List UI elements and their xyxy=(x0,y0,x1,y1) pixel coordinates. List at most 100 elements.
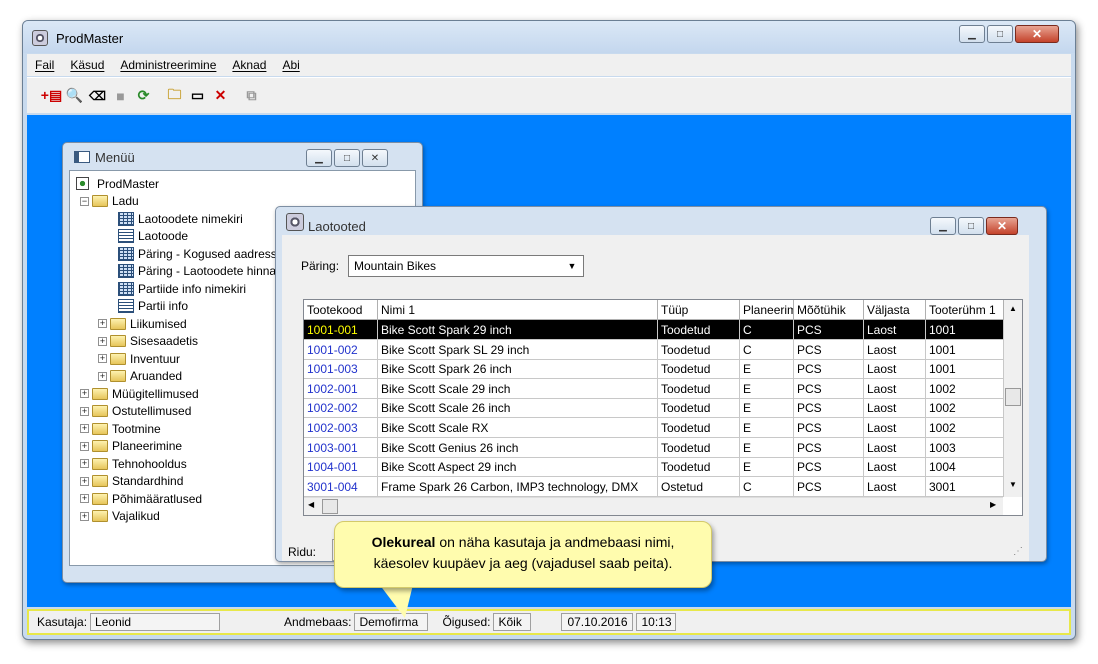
table-icon xyxy=(118,246,134,261)
table-row[interactable]: 1004-001 Bike Scott Aspect 29 inch Toodetu… xyxy=(304,457,1004,478)
menu-fail[interactable]: Fail xyxy=(35,58,54,72)
column-header[interactable]: Planeerim xyxy=(740,300,794,320)
scroll-left-icon[interactable]: ◀ xyxy=(308,500,314,509)
binoculars-icon[interactable]: 🔍 xyxy=(64,85,85,106)
column-header[interactable]: Väljasta xyxy=(864,300,926,320)
table-cell: 1002 xyxy=(926,398,1004,419)
table-row[interactable]: 1001-002 Bike Scott Spark SL 29 inch Toode… xyxy=(304,339,1004,360)
vertical-scrollbar[interactable]: ▲ ▼ xyxy=(1003,300,1022,497)
new-window-icon[interactable]: ▭ xyxy=(187,85,208,106)
scroll-down-icon[interactable]: ▼ xyxy=(1009,480,1017,489)
close-button[interactable]: ✕ xyxy=(1015,25,1059,43)
refresh-icon[interactable]: ⟳ xyxy=(133,85,154,106)
table-cell: 1001 xyxy=(926,339,1004,360)
products-maximize-button[interactable]: □ xyxy=(958,217,984,235)
expand-icon[interactable]: + xyxy=(98,371,107,381)
tree-item[interactable]: + Planeerimine xyxy=(80,438,182,455)
expand-icon[interactable]: + xyxy=(80,406,89,416)
column-header[interactable]: Nimi 1 xyxy=(378,300,658,320)
expand-icon[interactable]: + xyxy=(98,336,107,346)
products-close-button[interactable]: ✕ xyxy=(986,217,1018,235)
tree-item[interactable]: + Liikumised xyxy=(98,315,187,332)
main-title-bar[interactable]: ProdMaster ▁ □ ✕ xyxy=(23,21,1075,53)
tree-item[interactable]: + Põhimääratlused xyxy=(80,490,202,507)
tree-item[interactable]: + Standardhind xyxy=(80,473,183,490)
menu-kasud[interactable]: Käsud xyxy=(70,58,104,72)
horizontal-scrollbar[interactable]: ◀ ▶ xyxy=(304,497,1003,515)
tree-item[interactable]: + Inventuur xyxy=(98,350,180,367)
table-row[interactable]: 1003-001 Bike Scott Genius 26 inch Toodetu… xyxy=(304,437,1004,458)
collapse-icon[interactable]: − xyxy=(80,196,89,206)
menu-maximize-button[interactable]: □ xyxy=(334,149,360,167)
table-row[interactable]: 1002-002 Bike Scott Scale 26 inch Toodetud… xyxy=(304,398,1004,419)
tree-item[interactable]: + Ostutellimused xyxy=(80,403,191,420)
status-time: 10:13 xyxy=(636,613,677,631)
tree-item[interactable]: + Tootmine xyxy=(80,420,161,437)
menu-aknad[interactable]: Aknad xyxy=(232,58,266,72)
app-icon[interactable] xyxy=(32,30,48,46)
column-header[interactable]: Tüüp xyxy=(658,300,740,320)
copy-icon[interactable]: ⧉ xyxy=(241,85,262,106)
table-row[interactable]: 3001-004 Frame Spark 26 Carbon, IMP3 tech… xyxy=(304,476,1004,497)
scroll-up-icon[interactable]: ▲ xyxy=(1009,304,1017,313)
query-select[interactable]: Mountain Bikes ▼ xyxy=(348,255,584,277)
table-cell: 1001-001 xyxy=(304,320,378,340)
scroll-thumb[interactable] xyxy=(1005,388,1021,406)
tree-item[interactable]: Partiide info nimekiri xyxy=(118,280,246,297)
tree-item-label: Laotoodete nimekiri xyxy=(138,211,243,226)
table-row[interactable]: 1002-001 Bike Scott Scale 29 inch Toodetud… xyxy=(304,378,1004,399)
column-header[interactable]: Tooterühm 1 xyxy=(926,300,1004,320)
table-row[interactable]: 1001-001 Bike Scott Spark 29 inch Toodetud… xyxy=(304,320,1004,340)
tree-item[interactable]: + Tehnohooldus xyxy=(80,455,187,472)
expand-icon[interactable]: + xyxy=(80,511,89,521)
maximize-button[interactable]: □ xyxy=(987,25,1013,43)
expand-icon[interactable]: + xyxy=(80,424,89,433)
menu-abi[interactable]: Abi xyxy=(282,58,299,72)
tree-item[interactable]: + Müügitellimused xyxy=(80,385,199,402)
tree-item-label: ProdMaster xyxy=(97,176,160,191)
menu-minimize-button[interactable]: ▁ xyxy=(306,149,332,167)
tree-item[interactable]: + Aruanded xyxy=(98,368,182,385)
tree-item[interactable]: Laotoodete nimekiri xyxy=(118,210,243,227)
expand-icon[interactable]: + xyxy=(80,494,89,503)
menu-close-button[interactable]: ✕ xyxy=(362,149,388,167)
folder-icon xyxy=(92,440,108,452)
stop-icon[interactable]: ■ xyxy=(110,85,131,106)
menu-window-title-bar[interactable]: Menüü ▁ □ ✕ xyxy=(63,143,422,169)
expand-icon[interactable]: + xyxy=(98,319,107,328)
open-folder-icon[interactable]: 🗀 xyxy=(164,85,185,106)
products-minimize-button[interactable]: ▁ xyxy=(930,217,956,235)
column-header[interactable]: Mõõtühik xyxy=(794,300,864,320)
tree-item[interactable]: + Sisesaadetis xyxy=(98,333,198,350)
table-cell: Toodetud xyxy=(658,359,740,380)
tree-item[interactable]: Partii info xyxy=(118,298,188,315)
minimize-icon: ▁ xyxy=(315,152,323,164)
chevron-down-icon[interactable]: ▼ xyxy=(564,258,580,274)
add-record-icon[interactable]: +▤ xyxy=(41,85,62,106)
tree-item[interactable]: Päring - Laotoodete hinna xyxy=(118,263,276,280)
menu-administreerimine[interactable]: Administreerimine xyxy=(120,58,216,72)
expand-icon[interactable]: + xyxy=(80,441,89,451)
table-row[interactable]: 1002-003 Bike Scott Scale RX Toodetud E PCS L… xyxy=(304,418,1004,438)
resize-grip-icon[interactable]: ⋰ xyxy=(1013,546,1023,557)
tree-item-label: Liikumised xyxy=(130,316,187,331)
expand-icon[interactable]: + xyxy=(80,389,89,398)
tree-item[interactable]: Päring - Kogused aadressi xyxy=(118,245,279,262)
delete-icon[interactable]: ✕ xyxy=(210,85,231,106)
tree-item[interactable]: − Ladu xyxy=(80,193,139,210)
minimize-button[interactable]: ▁ xyxy=(959,25,985,43)
table-row[interactable]: 1001-003 Bike Scott Spark 26 inch Toodetud… xyxy=(304,359,1004,380)
tree-item-label: Aruanded xyxy=(130,369,183,383)
expand-icon[interactable]: + xyxy=(80,459,89,468)
scroll-right-icon[interactable]: ▶ xyxy=(990,500,996,509)
expand-icon[interactable]: + xyxy=(98,354,107,363)
expand-icon[interactable]: + xyxy=(80,476,89,486)
eraser-icon[interactable]: ⌫ xyxy=(87,85,108,106)
table-cell: Laost xyxy=(864,457,926,478)
hscroll-thumb[interactable] xyxy=(322,499,338,514)
tree-item[interactable]: ProdMaster xyxy=(76,175,159,192)
column-header[interactable]: Tootekood xyxy=(304,300,378,320)
tree-item-label: Tehnohooldus xyxy=(112,456,187,471)
tree-item[interactable]: + Vajalikud xyxy=(80,508,160,525)
tree-item[interactable]: Laotoode xyxy=(118,228,188,245)
